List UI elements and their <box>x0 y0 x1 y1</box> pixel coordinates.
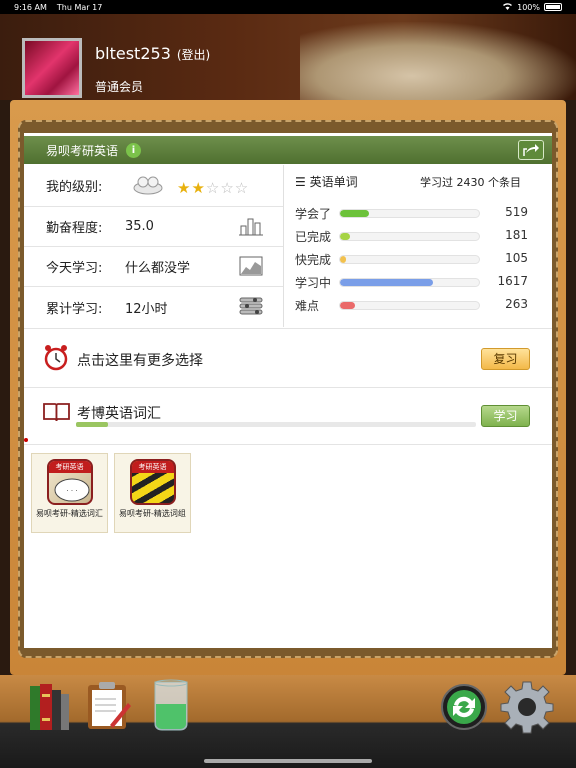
divider <box>24 387 552 388</box>
bar-chart-icon <box>239 216 263 240</box>
open-book-icon <box>43 402 70 426</box>
word-progress-label: 快完成 <box>295 253 332 267</box>
words-title: 英语单词 <box>309 175 358 189</box>
word-progress-track <box>339 278 480 287</box>
word-progress-fill <box>340 210 370 217</box>
word-progress-value: 1617 <box>497 274 528 288</box>
diligence-label: 勤奋程度: <box>46 221 103 236</box>
course-title[interactable]: 考博英语词汇 <box>77 403 161 423</box>
word-progress-fill <box>340 302 356 309</box>
course-progress-fill <box>76 422 108 427</box>
course-tile-phrases[interactable]: 考研英语 易呗考研-精选词组 <box>114 453 191 533</box>
panel-title: 易呗考研英语 <box>46 143 119 158</box>
word-progress-label: 学会了 <box>295 207 332 221</box>
level-stars-filled: ★★ <box>177 179 206 197</box>
panel-titlebar: 易呗考研英语 i <box>24 136 552 164</box>
word-progress-track <box>339 255 480 264</box>
beaker-icon <box>154 679 188 731</box>
tile-caption: 易呗考研-精选词汇 <box>36 509 103 518</box>
word-progress-value: 105 <box>505 251 528 265</box>
level-stars: ★★☆☆☆ <box>177 179 249 197</box>
logout-link[interactable]: (登出) <box>177 48 210 62</box>
status-time: 9:16 AM <box>14 2 47 12</box>
word-progress-fill <box>340 279 434 286</box>
settings-button[interactable] <box>500 680 554 738</box>
sync-button[interactable] <box>440 683 488 735</box>
column-divider <box>283 165 284 327</box>
wifi-icon <box>502 2 513 12</box>
clipboard-button[interactable] <box>86 681 132 735</box>
word-progress-row[interactable]: 难点 263 <box>295 297 528 313</box>
share-icon <box>523 144 539 156</box>
word-progress-fill <box>340 233 350 240</box>
divider <box>24 444 552 445</box>
course-progress-bar <box>76 422 476 427</box>
word-progress-track <box>339 209 480 218</box>
vocab-course-thumbnail: 考研英语 · · · <box>46 459 93 505</box>
tile-badge: 考研英语 <box>48 461 91 473</box>
total-row[interactable]: 累计学习: 12小时 <box>24 287 283 327</box>
words-summary: 学习过 2430 个条目 <box>420 176 521 189</box>
diligence-row[interactable]: 勤奋程度: 35.0 <box>24 207 283 247</box>
share-button[interactable] <box>518 140 544 160</box>
diligence-value: 35.0 <box>125 219 154 234</box>
avatar[interactable] <box>22 38 82 98</box>
tile-caption: 易呗考研-精选词组 <box>119 509 186 518</box>
bookshelf-button[interactable] <box>28 682 72 736</box>
word-progress-track <box>339 232 480 241</box>
total-label: 累计学习: <box>46 301 103 317</box>
area-chart-icon <box>239 256 263 280</box>
svg-text:· · ·: · · · <box>66 487 77 495</box>
username: bltest253 <box>95 44 171 63</box>
word-progress-value: 519 <box>505 205 528 219</box>
level-stars-empty: ☆☆☆ <box>205 179 250 197</box>
status-bar: 9:16 AM Thu Mar 17 100% <box>0 0 576 14</box>
username-line: bltest253 (登出) <box>95 44 210 63</box>
tile-badge: 考研英语 <box>131 461 174 473</box>
word-progress-label: 已完成 <box>295 230 332 244</box>
level-badge-icon <box>132 173 164 199</box>
word-progress-fill <box>340 256 346 263</box>
clipboard-icon <box>88 682 131 729</box>
word-progress-value: 181 <box>505 228 528 242</box>
study-button[interactable]: 学习 <box>481 405 530 427</box>
today-row[interactable]: 今天学习: 什么都没学 <box>24 247 283 287</box>
alarm-clock-icon <box>43 344 69 376</box>
review-button[interactable]: 复习 <box>481 348 530 370</box>
word-progress-label: 难点 <box>295 299 320 313</box>
phrases-course-thumbnail: 考研英语 <box>129 459 176 505</box>
today-label: 今天学习: <box>46 261 103 276</box>
word-progress-label: 学习中 <box>295 276 332 290</box>
level-label: 我的级别: <box>46 180 103 195</box>
info-icon[interactable]: i <box>126 142 142 158</box>
today-value: 什么都没学 <box>125 261 191 276</box>
total-value: 12小时 <box>125 301 168 317</box>
book-background-image <box>300 22 576 100</box>
word-progress-track <box>339 301 480 310</box>
battery-icon <box>544 3 562 11</box>
beaker-button[interactable] <box>150 678 192 736</box>
membership-level: 普通会员 <box>95 80 144 94</box>
gear-icon <box>500 681 554 734</box>
word-progress-row[interactable]: 已完成 181 <box>295 228 528 244</box>
red-dot-marker <box>24 438 28 442</box>
battery-percent: 100% <box>517 2 540 12</box>
more-options-text[interactable]: 点击这里有更多选择 <box>77 350 203 370</box>
course-tile-vocab[interactable]: 考研英语 · · · 易呗考研-精选词汇 <box>31 453 108 533</box>
sync-icon <box>441 684 487 730</box>
word-progress-row[interactable]: 学会了 519 <box>295 205 528 221</box>
profile-header <box>0 14 576 100</box>
list-settings-icon <box>239 296 263 320</box>
home-indicator <box>204 759 372 763</box>
word-progress-row[interactable]: 学习中 1617 <box>295 274 528 290</box>
word-progress-value: 263 <box>505 297 528 311</box>
word-progress-row[interactable]: 快完成 105 <box>295 251 528 267</box>
menu-lines-icon: ☰ <box>295 175 306 189</box>
status-date: Thu Mar 17 <box>56 2 103 12</box>
books-icon <box>30 684 69 730</box>
words-heading: ☰ 英语单词 <box>295 173 358 190</box>
